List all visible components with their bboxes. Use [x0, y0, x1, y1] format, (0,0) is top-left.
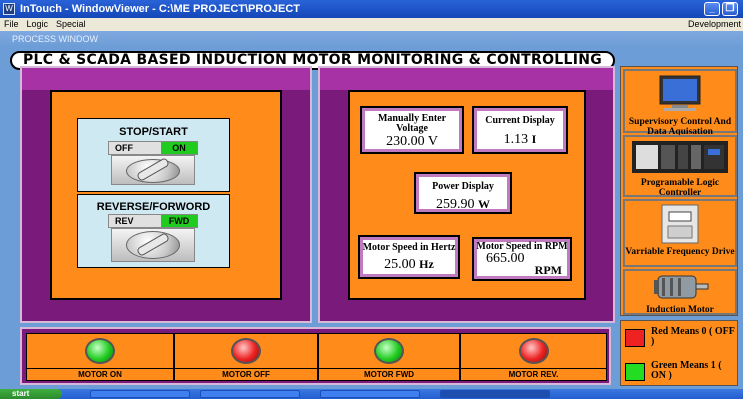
- current-caption: Current Display: [485, 115, 555, 126]
- system-components-panel: Supervisory Control And Data Aquisation …: [620, 66, 738, 316]
- process-window-label: PROCESS WINDOW: [12, 34, 99, 44]
- voltage-value: 230.00: [386, 134, 425, 149]
- vfd-label: Varriable Frequency Drive: [625, 247, 735, 257]
- motor-icon: [654, 275, 709, 299]
- taskbar-item[interactable]: [200, 390, 300, 398]
- power-display: Power Display 259.90 W: [414, 172, 512, 214]
- taskbar-item[interactable]: [320, 390, 420, 398]
- color-legend: Red Means 0 ( OFF ) Green Means 1 ( ON ): [620, 320, 738, 386]
- legend-red-swatch: [625, 329, 645, 347]
- motor-control-buttons: MOTOR ON MOTOR OFF MOTOR FWD MOTOR REV.: [20, 327, 611, 385]
- window-title: InTouch - WindowViewer - C:\ME PROJECT\P…: [20, 3, 301, 15]
- plc-rack-icon: [632, 141, 728, 173]
- motor-rev-label: MOTOR REV.: [461, 368, 606, 380]
- voltage-caption: Manually Enter Voltage: [377, 113, 447, 134]
- speed-hz-display: Motor Speed in Hertz 25.00 Hz: [358, 235, 460, 279]
- plc-item[interactable]: Programable Logic Controller: [623, 135, 737, 198]
- menu-logic[interactable]: Logic: [23, 19, 53, 29]
- reverse-forward-state: REV FWD: [108, 214, 198, 228]
- speed-hz-value: 25.00: [384, 257, 416, 272]
- speed-hz-caption: Motor Speed in Hertz: [362, 242, 456, 253]
- voltage-display[interactable]: Manually Enter Voltage 230.00 V: [360, 106, 464, 154]
- stop-start-switch[interactable]: STOP/START OFF ON: [77, 118, 230, 192]
- motor-rev-button[interactable]: MOTOR REV.: [460, 333, 607, 381]
- motor-label: Induction Motor: [646, 305, 714, 315]
- scada-label: Supervisory Control And Data Aquisation: [628, 117, 732, 137]
- power-value: 259.90: [436, 197, 475, 212]
- motor-on-label: MOTOR ON: [27, 368, 173, 380]
- development-menu[interactable]: Development: [688, 18, 743, 31]
- green-led-icon: [85, 338, 115, 364]
- legend-green-text: Green Means 1 ( ON ): [651, 360, 722, 381]
- red-led-icon: [231, 338, 261, 364]
- rotary-knob-icon[interactable]: [111, 155, 195, 185]
- voltage-unit: V: [427, 134, 438, 149]
- rev-label: REV: [109, 215, 161, 227]
- taskbar-item[interactable]: [90, 390, 190, 398]
- legend-red-text: Red Means 0 ( OFF ): [651, 326, 735, 347]
- start-button[interactable]: start: [0, 389, 62, 399]
- vfd-item[interactable]: Varriable Frequency Drive: [623, 199, 737, 267]
- intouch-app-icon[interactable]: W: [3, 3, 15, 15]
- motor-on-button[interactable]: MOTOR ON: [26, 333, 174, 381]
- restore-icon[interactable]: ❐: [722, 2, 738, 16]
- speed-rpm-display: Motor Speed in RPM 665.00 RPM: [472, 237, 572, 281]
- red-led-icon: [518, 338, 549, 364]
- motor-fwd-label: MOTOR FWD: [319, 368, 459, 380]
- motor-off-button[interactable]: MOTOR OFF: [174, 333, 318, 381]
- taskbar-item[interactable]: [440, 390, 550, 398]
- power-unit: W: [478, 197, 490, 211]
- speed-rpm-unit: RPM: [534, 263, 562, 277]
- minimize-icon[interactable]: _: [704, 2, 720, 16]
- rotary-knob-icon[interactable]: [111, 228, 195, 262]
- current-display: Current Display 1.13 I: [472, 106, 568, 154]
- window-title-bar[interactable]: InTouch - WindowViewer - C:\ME PROJECT\P…: [0, 0, 743, 18]
- green-led-icon: [374, 338, 404, 364]
- menu-bar: File Logic Special Development: [0, 18, 743, 31]
- motor-off-label: MOTOR OFF: [175, 368, 317, 380]
- speed-hz-unit: Hz: [419, 257, 434, 271]
- motor-fwd-button[interactable]: MOTOR FWD: [318, 333, 460, 381]
- fwd-indicator: FWD: [161, 215, 197, 227]
- menu-special[interactable]: Special: [52, 19, 90, 29]
- reverse-forward-switch[interactable]: REVERSE/FORWORD REV FWD: [77, 194, 230, 268]
- current-value: 1.13: [503, 132, 529, 147]
- scada-item[interactable]: Supervisory Control And Data Aquisation: [623, 69, 737, 137]
- taskbar: start: [0, 389, 743, 399]
- monitor-icon: [659, 75, 701, 111]
- power-caption: Power Display: [432, 181, 494, 192]
- menu-file[interactable]: File: [0, 19, 23, 29]
- current-unit: I: [531, 132, 537, 146]
- motor-item[interactable]: Induction Motor: [623, 269, 737, 315]
- vfd-drive-icon: [661, 204, 699, 244]
- reverse-forward-title: REVERSE/FORWORD: [96, 201, 211, 213]
- stop-start-title: STOP/START: [119, 126, 188, 138]
- stop-start-state: OFF ON: [108, 141, 198, 155]
- process-window-bar: PROCESS WINDOW: [0, 31, 743, 47]
- on-indicator: ON: [161, 142, 197, 154]
- plc-label: Programable Logic Controller: [640, 178, 720, 198]
- legend-green-swatch: [625, 363, 645, 381]
- off-label: OFF: [109, 142, 161, 154]
